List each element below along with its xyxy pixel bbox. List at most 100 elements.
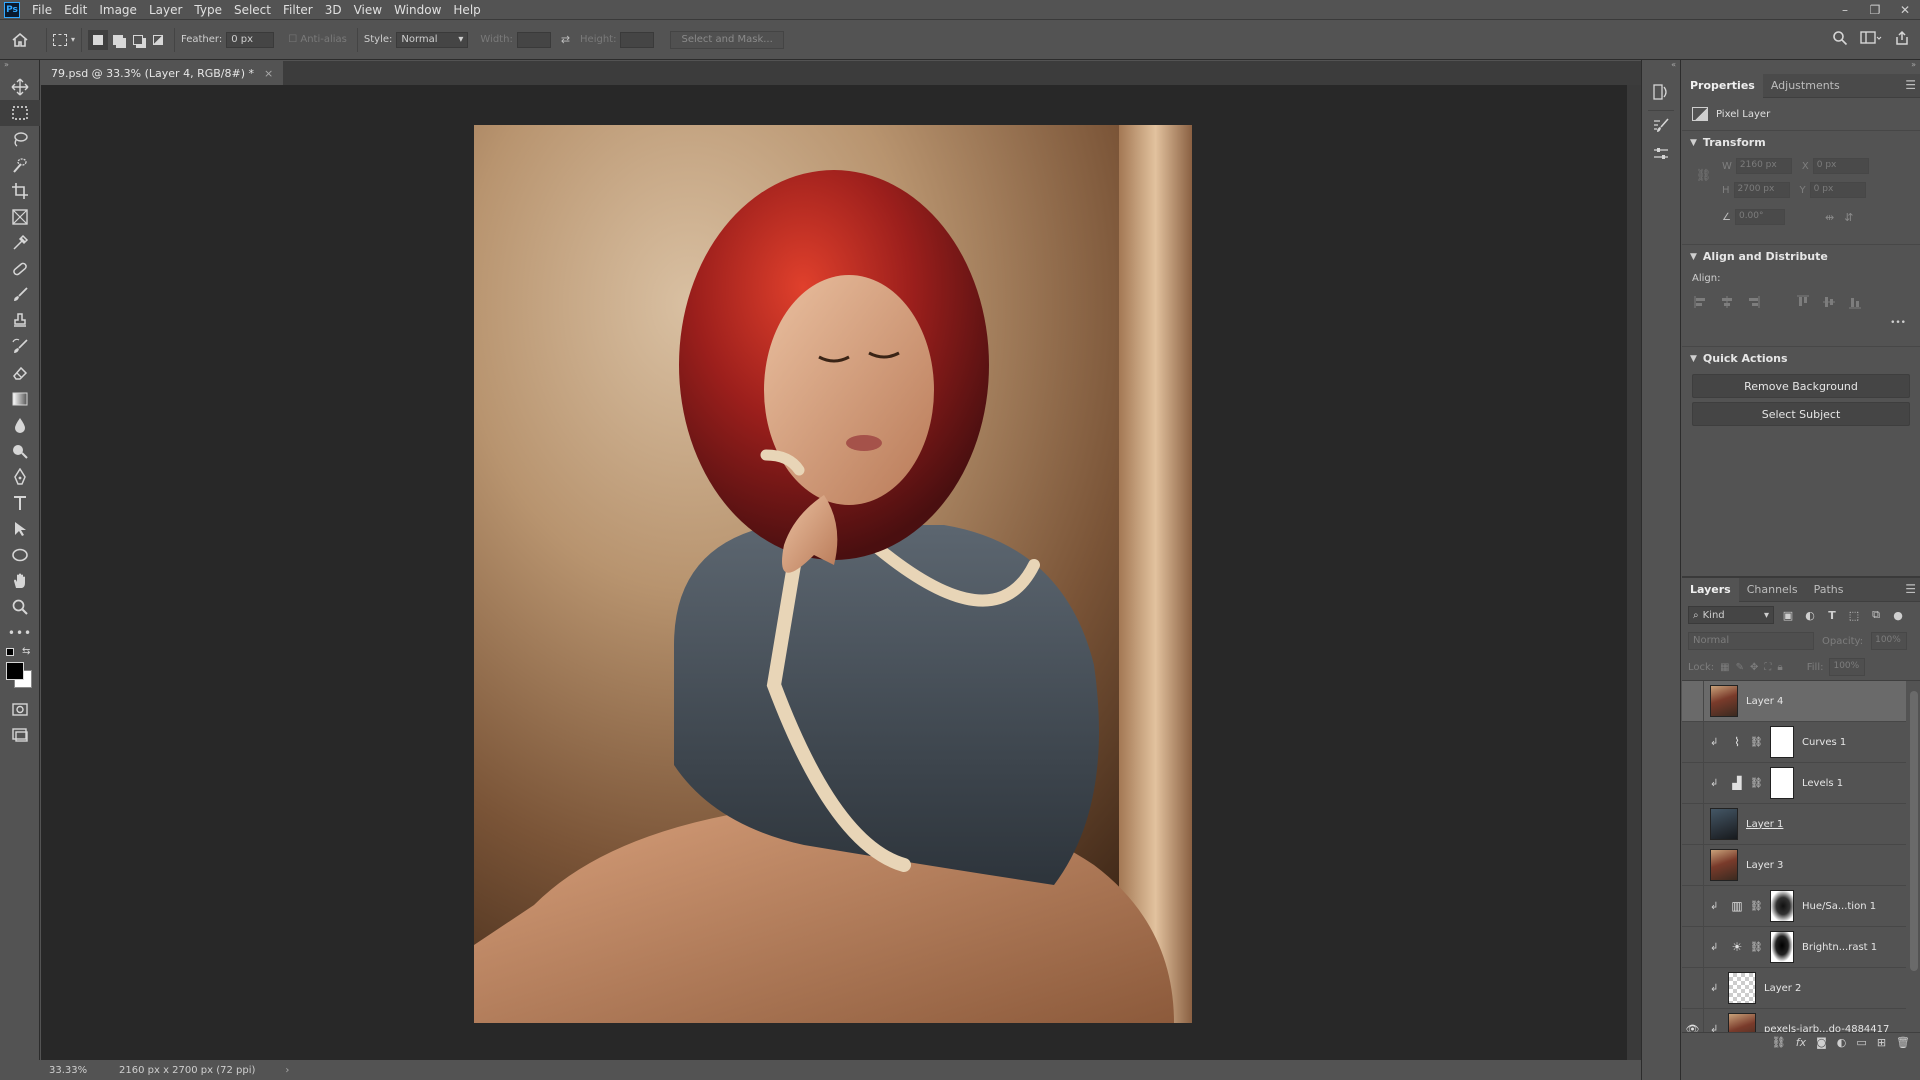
layer-thumbnail[interactable] — [1770, 931, 1794, 963]
edit-toolbar-button[interactable]: ••• — [0, 620, 40, 646]
filter-adjustment-icon[interactable]: ◐ — [1802, 607, 1818, 623]
tab-adjustments[interactable]: Adjustments — [1763, 74, 1848, 98]
ellipse-tool[interactable] — [0, 542, 40, 568]
gradient-tool[interactable] — [0, 386, 40, 412]
menu-type[interactable]: Type — [188, 0, 228, 20]
blend-mode-select[interactable]: Normal — [1688, 632, 1814, 650]
transform-section-header[interactable]: ▼ Transform — [1682, 130, 1920, 154]
layer-thumbnail[interactable] — [1728, 972, 1756, 1004]
align-more-button[interactable]: ••• — [1682, 318, 1920, 338]
new-layer-icon[interactable]: ⊞ — [1877, 1036, 1886, 1049]
feather-input[interactable]: 0 px — [226, 31, 275, 48]
eraser-tool[interactable] — [0, 360, 40, 386]
menu-layer[interactable]: Layer — [143, 0, 188, 20]
trash-icon[interactable]: 🗑︎ — [1896, 1036, 1910, 1049]
layers-panel-menu-icon[interactable]: ☰ — [1905, 582, 1916, 596]
pen-tool[interactable] — [0, 464, 40, 490]
lock-all-icon[interactable]: 🔒︎ — [1777, 662, 1782, 673]
collapse-properties-icon[interactable]: » — [1682, 60, 1920, 74]
x-field[interactable]: 0 px — [1812, 158, 1869, 174]
layer-row[interactable]: ↲ ⌇ ⛓ Curves 1 — [1682, 721, 1906, 763]
layer-thumbnail[interactable] — [1770, 890, 1794, 922]
add-mask-icon[interactable]: ◙ — [1816, 1036, 1827, 1049]
collapse-panels-icon[interactable]: « — [1642, 60, 1680, 74]
visibility-toggle[interactable]: 👁︎ — [1682, 1008, 1704, 1032]
intersect-selection-button[interactable] — [148, 30, 168, 50]
quick-selection-tool[interactable] — [0, 152, 40, 178]
mask-link-icon[interactable]: ⛓ — [1750, 901, 1763, 912]
zoom-level[interactable]: 33.33% — [49, 1065, 105, 1076]
layer-row[interactable]: Layer 3 — [1682, 844, 1906, 886]
history-panel-button[interactable] — [1642, 74, 1680, 110]
history-brush-tool[interactable] — [0, 334, 40, 360]
close-window-button[interactable]: ✕ — [1890, 0, 1920, 20]
layer-row[interactable]: 👁︎ ↲ pexels-jarb...do-4884417 — [1682, 1008, 1906, 1032]
layer-row[interactable]: Layer 1 — [1682, 803, 1906, 845]
mask-link-icon[interactable]: ⛓ — [1750, 942, 1763, 953]
fx-icon[interactable]: fx — [1796, 1036, 1806, 1049]
visibility-toggle[interactable] — [1682, 721, 1704, 763]
share-icon[interactable] — [1894, 30, 1910, 49]
layer-thumbnail[interactable] — [1770, 767, 1794, 799]
ps-logo[interactable]: Ps — [4, 1, 20, 18]
panel-menu-icon[interactable]: ☰ — [1905, 78, 1916, 92]
menu-window[interactable]: Window — [388, 0, 447, 20]
quick-mask-button[interactable] — [0, 696, 40, 722]
visibility-toggle[interactable] — [1682, 926, 1704, 968]
canvas-vertical-scrollbar[interactable] — [1627, 85, 1641, 1060]
menu-filter[interactable]: Filter — [277, 0, 319, 20]
y-field[interactable]: 0 px — [1809, 182, 1866, 198]
layer-thumbnail[interactable] — [1770, 726, 1794, 758]
tab-layers[interactable]: Layers — [1682, 577, 1739, 602]
style-select[interactable]: Normal ▾ — [396, 31, 469, 48]
layer-row[interactable]: Layer 4 — [1682, 681, 1906, 722]
status-menu-arrow[interactable]: › — [285, 1065, 289, 1076]
height-input[interactable] — [620, 31, 655, 48]
select-and-mask-button[interactable]: Select and Mask... — [670, 30, 784, 49]
swap-dimensions-icon[interactable]: ⇄ — [561, 33, 570, 46]
mask-link-icon[interactable]: ⛓ — [1750, 778, 1763, 789]
add-selection-button[interactable] — [108, 30, 128, 50]
lasso-tool[interactable] — [0, 126, 40, 152]
menu-file[interactable]: File — [26, 0, 58, 20]
width-field[interactable]: 2160 px — [1735, 158, 1792, 174]
antialias-checkbox[interactable]: ☐ Anti-alias — [288, 34, 347, 45]
rectangular-marquee-tool[interactable] — [0, 100, 40, 126]
menu-image[interactable]: Image — [93, 0, 143, 20]
angle-field[interactable]: 0.00° — [1734, 209, 1785, 225]
visibility-toggle[interactable] — [1682, 844, 1704, 886]
align-top-icon[interactable] — [1796, 295, 1810, 312]
link-layers-icon[interactable]: ⛓ — [1772, 1036, 1786, 1049]
visibility-toggle[interactable] — [1682, 762, 1704, 804]
search-icon[interactable] — [1832, 30, 1848, 49]
layer-row[interactable]: ↲ ☀ ⛓ Brightn...rast 1 — [1682, 926, 1906, 968]
visibility-toggle[interactable] — [1682, 681, 1704, 722]
align-right-icon[interactable] — [1746, 295, 1760, 312]
screen-mode-button[interactable] — [0, 722, 40, 748]
brush-tool[interactable] — [0, 282, 40, 308]
align-bottom-icon[interactable] — [1848, 295, 1862, 312]
zoom-tool[interactable] — [0, 594, 40, 620]
blur-tool[interactable] — [0, 412, 40, 438]
minimize-button[interactable]: – — [1830, 0, 1860, 20]
clone-stamp-tool[interactable] — [0, 308, 40, 334]
layer-row[interactable]: ↲ ▟ ⛓ Levels 1 — [1682, 762, 1906, 804]
flip-horizontal-icon[interactable]: ⇹ — [1825, 211, 1834, 224]
document-canvas-image[interactable] — [474, 125, 1192, 1023]
type-tool[interactable] — [0, 490, 40, 516]
subtract-selection-button[interactable] — [128, 30, 148, 50]
brush-settings-button[interactable] — [1642, 111, 1680, 141]
quick-actions-section-header[interactable]: ▼ Quick Actions — [1682, 346, 1920, 370]
visibility-toggle[interactable] — [1682, 803, 1704, 845]
align-left-icon[interactable] — [1694, 295, 1708, 312]
new-selection-button[interactable] — [88, 29, 109, 50]
new-group-icon[interactable]: ▭ — [1856, 1036, 1866, 1049]
workspace-icon[interactable] — [1860, 30, 1882, 49]
opacity-input[interactable]: 100% — [1871, 632, 1908, 650]
menu-edit[interactable]: Edit — [58, 0, 93, 20]
home-button[interactable] — [0, 32, 40, 48]
layer-thumbnail[interactable] — [1710, 849, 1738, 881]
lock-position-icon[interactable]: ✥ — [1750, 662, 1758, 673]
tool-preset-picker[interactable]: ▾ — [53, 33, 75, 46]
swap-colors-icon[interactable]: ⇆ — [22, 646, 30, 657]
